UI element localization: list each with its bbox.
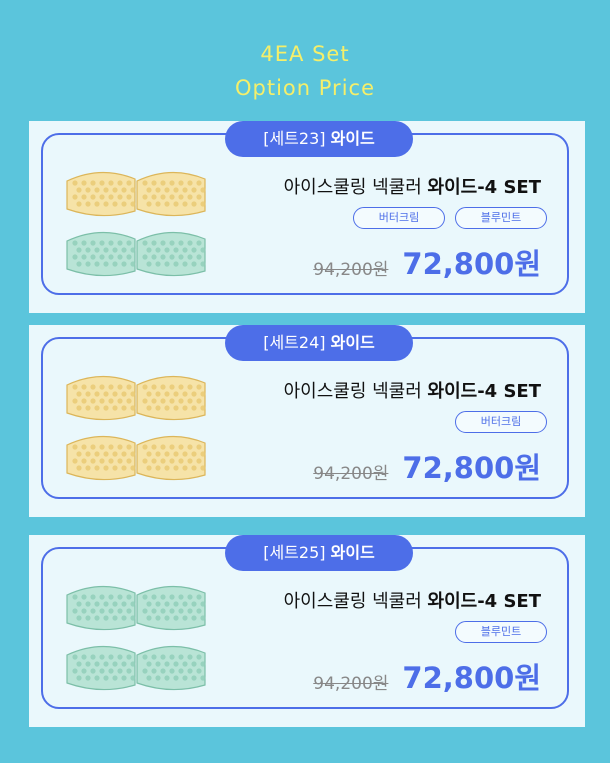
neck-cooler-piece <box>136 435 206 481</box>
sale-price: 72,800원 <box>402 451 541 485</box>
product-name-text: 아이스쿨링 넥쿨러 <box>283 591 422 612</box>
neck-cooler-piece <box>66 435 136 481</box>
product-card-set23[interactable]: [세트23] 와이드 아이스쿨링 넥쿨러 와이드-4 SET 버터크림 블루민트… <box>29 121 585 313</box>
price-block: 94,200원 72,800원 <box>313 241 541 283</box>
option-list: 버터크림 <box>455 411 547 433</box>
card-frame: [세트23] 와이드 아이스쿨링 넥쿨러 와이드-4 SET 버터크림 블루민트… <box>41 121 569 295</box>
neck-cooler-piece <box>136 231 206 277</box>
product-name-text: 아이스쿨링 넥쿨러 <box>283 177 422 198</box>
product-name: 아이스쿨링 넥쿨러 와이드-4 SET <box>284 587 541 613</box>
set-type: 와이드 <box>330 543 375 562</box>
option-butter-cream[interactable]: 버터크림 <box>455 411 547 433</box>
header-title: 4EA Set <box>260 42 350 66</box>
card-frame: [세트25] 와이드 아이스쿨링 넥쿨러 와이드-4 SET 블루민트 94,2… <box>41 535 569 709</box>
set-title-badge: [세트23] 와이드 <box>225 121 413 157</box>
set-type: 와이드 <box>330 129 375 148</box>
product-name: 아이스쿨링 넥쿨러 와이드-4 SET <box>284 377 541 403</box>
product-image <box>66 375 206 481</box>
neck-cooler-piece <box>66 231 136 277</box>
original-price: 94,200원 <box>313 260 389 280</box>
product-image <box>66 585 206 691</box>
neck-cooler-piece <box>66 171 136 217</box>
product-name-text: 아이스쿨링 넥쿨러 <box>283 381 422 402</box>
neck-cooler-piece <box>136 375 206 421</box>
product-card-set25[interactable]: [세트25] 와이드 아이스쿨링 넥쿨러 와이드-4 SET 블루민트 94,2… <box>29 535 585 727</box>
option-butter-cream[interactable]: 버터크림 <box>353 207 445 229</box>
option-blue-mint[interactable]: 블루민트 <box>455 621 547 643</box>
price-block: 94,200원 72,800원 <box>313 655 541 697</box>
set-title-badge: [세트25] 와이드 <box>225 535 413 571</box>
option-blue-mint[interactable]: 블루민트 <box>455 207 547 229</box>
price-block: 94,200원 72,800원 <box>313 445 541 487</box>
neck-cooler-piece <box>136 171 206 217</box>
option-list: 버터크림 블루민트 <box>353 207 547 229</box>
neck-cooler-piece <box>66 375 136 421</box>
original-price: 94,200원 <box>313 674 389 694</box>
set-type: 와이드 <box>330 333 375 352</box>
product-image <box>66 171 206 277</box>
neck-cooler-piece <box>136 645 206 691</box>
set-label: [세트23] <box>263 129 326 148</box>
product-name-suffix: 와이드-4 SET <box>427 591 541 612</box>
product-name: 아이스쿨링 넥쿨러 와이드-4 SET <box>284 173 541 199</box>
product-card-set24[interactable]: [세트24] 와이드 아이스쿨링 넥쿨러 와이드-4 SET 버터크림 94,2… <box>29 325 585 517</box>
set-label: [세트25] <box>263 543 326 562</box>
set-label: [세트24] <box>263 333 326 352</box>
neck-cooler-piece <box>66 585 136 631</box>
card-frame: [세트24] 와이드 아이스쿨링 넥쿨러 와이드-4 SET 버터크림 94,2… <box>41 325 569 499</box>
product-name-suffix: 와이드-4 SET <box>427 177 541 198</box>
sale-price: 72,800원 <box>402 247 541 281</box>
original-price: 94,200원 <box>313 464 389 484</box>
set-title-badge: [세트24] 와이드 <box>225 325 413 361</box>
header-subtitle: Option Price <box>235 76 375 100</box>
neck-cooler-piece <box>136 585 206 631</box>
product-name-suffix: 와이드-4 SET <box>427 381 541 402</box>
option-list: 블루민트 <box>455 621 547 643</box>
neck-cooler-piece <box>66 645 136 691</box>
sale-price: 72,800원 <box>402 661 541 695</box>
